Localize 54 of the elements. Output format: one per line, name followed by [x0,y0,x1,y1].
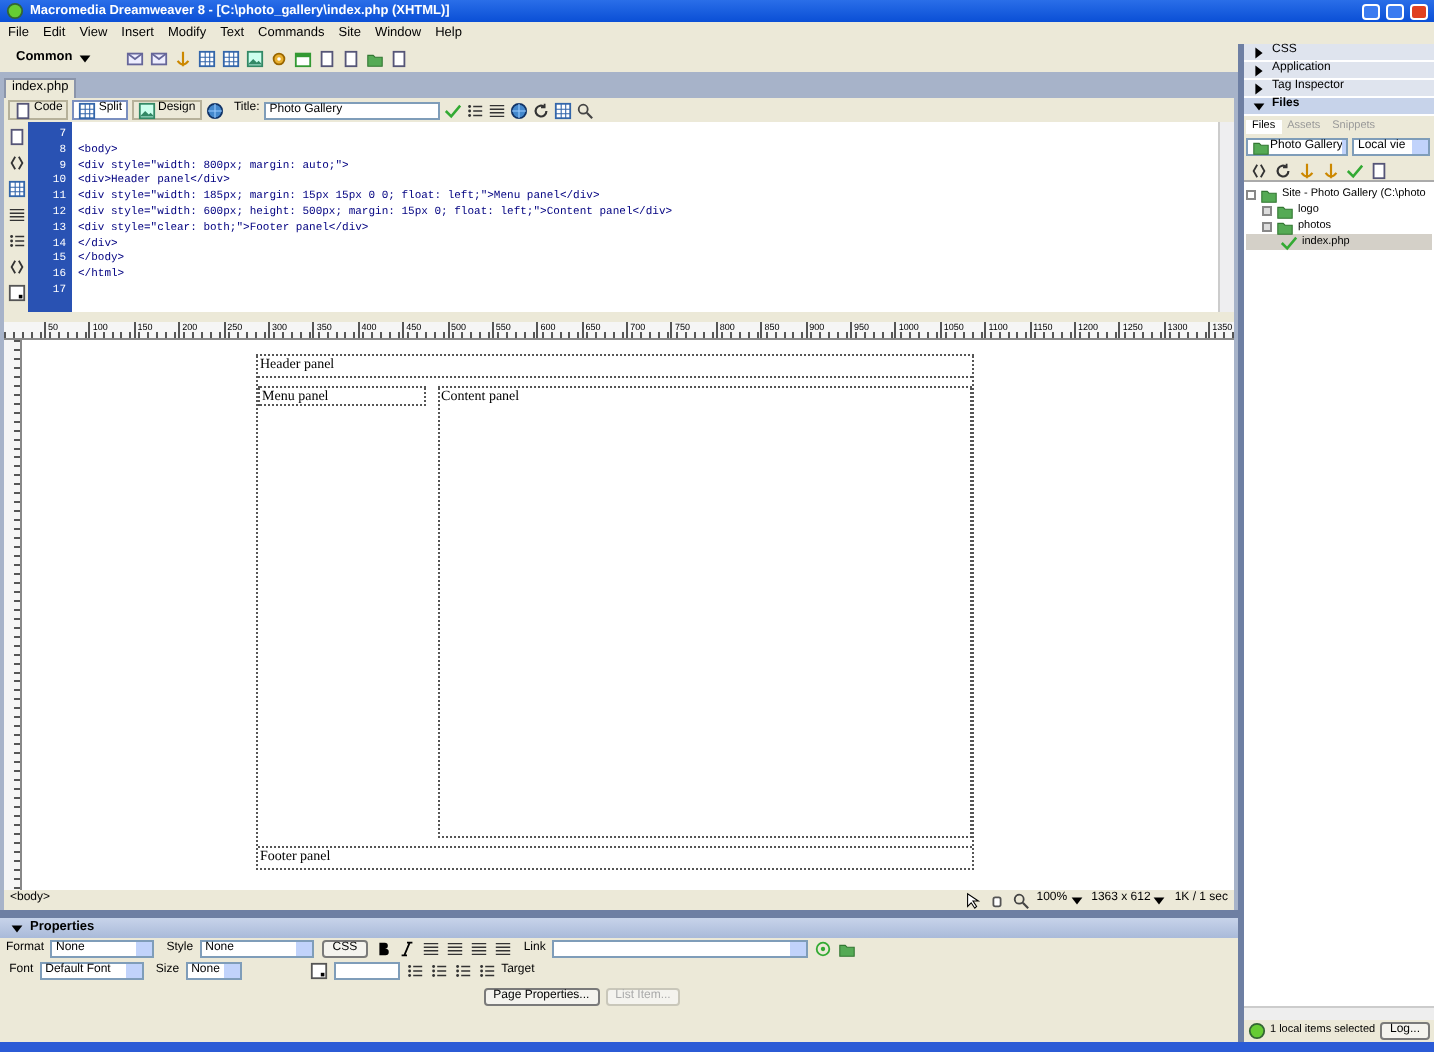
scrollbar[interactable] [1244,1006,1434,1020]
magnifier-icon[interactable] [575,101,594,119]
close-button[interactable] [1410,3,1428,19]
lines-icon[interactable] [7,206,25,224]
align-icon[interactable] [493,940,512,958]
list-icon[interactable] [465,101,484,119]
folder-icon[interactable] [366,49,384,67]
image-icon[interactable] [246,49,264,67]
app-logo-icon [6,2,24,20]
globe-icon[interactable] [205,101,224,119]
check-icon[interactable] [1346,161,1364,179]
brackets-icon[interactable] [7,154,25,172]
check-icon [1280,233,1298,251]
list-icon[interactable] [405,962,424,980]
table-icon[interactable] [7,180,25,198]
lines-icon[interactable] [487,101,506,119]
bold-icon[interactable] [373,940,392,958]
maximize-button[interactable] [1386,3,1404,19]
list-icon[interactable] [477,962,496,980]
align-icon[interactable] [445,940,464,958]
image-icon [138,101,157,119]
folder-icon [1252,138,1270,156]
refresh-icon[interactable] [1274,161,1292,179]
calendar-icon[interactable] [294,49,312,67]
list-icon[interactable] [429,962,448,980]
caret-icon [75,49,94,67]
document-icon[interactable] [390,49,408,67]
scrollbar[interactable] [1218,122,1234,312]
table-icon[interactable] [553,101,572,119]
table-icon[interactable] [222,49,240,67]
list-icon[interactable] [453,962,472,980]
minimize-button[interactable] [1362,3,1380,19]
document-icon[interactable] [1370,161,1388,179]
envelope-icon[interactable] [126,49,144,67]
status-icon [1248,1022,1266,1040]
refresh-icon[interactable] [531,101,550,119]
pointer-icon[interactable] [964,891,983,909]
align-icon[interactable] [421,940,440,958]
italic-icon[interactable] [397,940,416,958]
hand-icon[interactable] [988,891,1007,909]
disclosure-triangle-icon [8,919,26,937]
envelope-icon[interactable] [150,49,168,67]
globe-icon[interactable] [509,101,528,119]
link-select[interactable] [551,940,808,958]
square-icon[interactable] [7,284,25,302]
magnifier-icon[interactable] [1012,891,1031,909]
brackets-icon[interactable] [1250,161,1268,179]
align-icon[interactable] [469,940,488,958]
table-icon[interactable] [198,49,216,67]
color-swatch-icon[interactable] [309,962,328,980]
check-icon[interactable] [443,101,462,119]
color-field[interactable] [333,962,400,980]
list-icon[interactable] [7,232,25,250]
brackets-icon[interactable] [7,258,25,276]
